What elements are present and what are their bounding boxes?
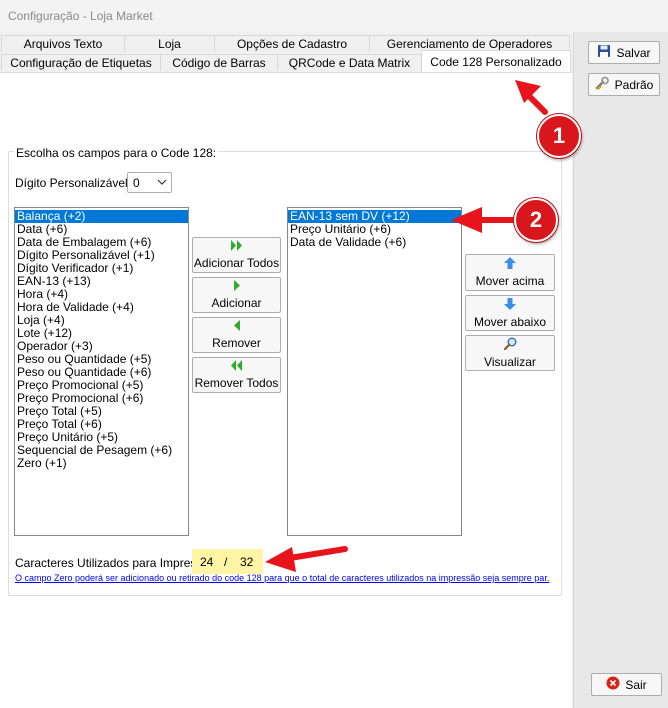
chars-separator: /: [224, 555, 228, 569]
available-fields-list[interactable]: Balança (+2) Data (+6) Data de Embalagem…: [14, 207, 189, 536]
chars-used: 24: [200, 555, 214, 569]
add-label: Adicionar: [211, 296, 262, 310]
chevron-down-icon: [157, 175, 167, 192]
exit-button-label: Sair: [625, 677, 647, 692]
preview-button[interactable]: Visualizar: [465, 335, 555, 371]
chars-counter: 24 / 32: [192, 549, 263, 574]
tab-loja[interactable]: Loja: [124, 35, 215, 52]
wrench-icon: [595, 76, 610, 94]
floppy-disk-icon: [597, 44, 611, 61]
selected-fields-list[interactable]: EAN-13 sem DV (+12) Preço Unitário (+6) …: [287, 207, 462, 536]
add-all-button[interactable]: Adicionar Todos: [192, 237, 281, 273]
add-button[interactable]: Adicionar: [192, 277, 281, 313]
move-up-button[interactable]: Mover acima: [465, 254, 555, 291]
group-legend: Escolha os campos para o Code 128:: [14, 146, 219, 160]
tab-qrcode-data-matrix[interactable]: QRCode e Data Matrix: [277, 54, 422, 71]
tab-code128-personalizado[interactable]: Code 128 Personalizado: [421, 50, 571, 72]
chars-label: Caracteres Utilizados para Impressão:: [15, 556, 220, 570]
tab-codigo-barras[interactable]: Código de Barras: [160, 54, 278, 71]
zero-field-hint-link[interactable]: O campo Zero poderá ser adicionado ou re…: [15, 573, 549, 583]
digit-label: Dígito Personalizável: [15, 176, 128, 190]
chars-total: 32: [240, 555, 254, 569]
tab-arquivos-texto[interactable]: Arquivos Texto: [1, 35, 125, 52]
move-down-button[interactable]: Mover abaixo: [465, 295, 555, 331]
magnifier-icon: [503, 337, 517, 353]
digit-select-value: 0: [133, 176, 140, 190]
remove-label: Remover: [212, 336, 261, 350]
tab-configuracao-etiquetas[interactable]: Configuração de Etiquetas: [1, 54, 161, 71]
remove-all-label: Remover Todos: [194, 376, 279, 390]
annotation-badge-1: 1: [537, 114, 581, 158]
digit-select[interactable]: 0: [127, 172, 172, 193]
default-button-label: Padrão: [614, 77, 654, 92]
move-up-label: Mover acima: [475, 274, 545, 288]
list-item[interactable]: Zero (+1): [15, 457, 188, 470]
add-all-label: Adicionar Todos: [193, 256, 280, 270]
double-arrow-left-icon: [230, 360, 244, 374]
save-button-label: Salvar: [616, 45, 651, 60]
double-arrow-right-icon: [230, 240, 244, 254]
arrow-right-icon: [233, 280, 241, 294]
preview-label: Visualizar: [484, 355, 536, 369]
close-circle-icon: [606, 676, 620, 693]
default-button[interactable]: Padrão: [588, 73, 660, 96]
arrow-left-icon: [233, 320, 241, 334]
list-item[interactable]: Data de Validade (+6): [288, 236, 461, 249]
arrow-down-icon: [504, 297, 516, 313]
remove-button[interactable]: Remover: [192, 317, 281, 353]
move-down-label: Mover abaixo: [473, 314, 547, 329]
exit-button[interactable]: Sair: [591, 673, 662, 696]
right-panel: [573, 32, 668, 708]
remove-all-button[interactable]: Remover Todos: [192, 357, 281, 393]
save-button[interactable]: Salvar: [588, 41, 660, 64]
tab-opcoes-cadastro[interactable]: Opções de Cadastro: [214, 35, 370, 52]
arrow-up-icon: [504, 257, 516, 272]
window-title: Configuração - Loja Market: [8, 9, 153, 23]
annotation-badge-2: 2: [514, 198, 558, 242]
title-bar: Configuração - Loja Market: [0, 0, 668, 32]
